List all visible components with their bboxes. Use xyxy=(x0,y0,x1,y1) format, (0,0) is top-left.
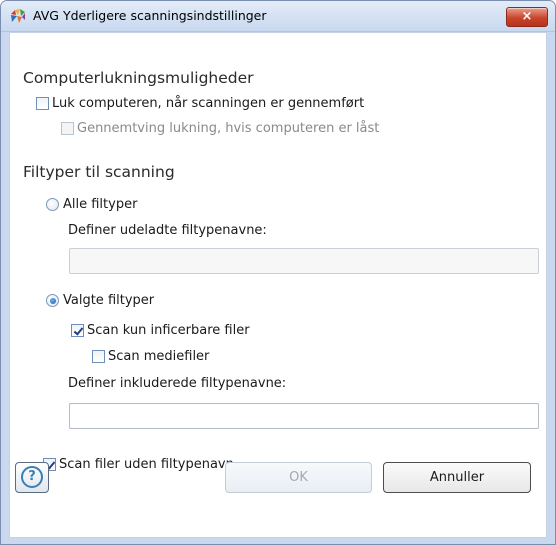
scan-media-option[interactable]: Scan mediefiler xyxy=(92,349,209,364)
force-shutdown-checkbox xyxy=(61,122,74,135)
selected-filetypes-option[interactable]: Valgte filtyper xyxy=(46,293,154,308)
help-icon: ? xyxy=(21,466,43,488)
scan-infectable-option[interactable]: Scan kun inficerbare filer xyxy=(71,323,250,338)
excluded-extensions-input xyxy=(69,248,539,274)
excluded-extensions-label: Definer udeladte filtypenavne: xyxy=(68,223,267,238)
selected-filetypes-label: Valgte filtyper xyxy=(63,293,155,308)
shutdown-heading: Computerlukningsmuligheder xyxy=(23,69,254,87)
ok-button[interactable]: OK xyxy=(225,462,372,493)
all-filetypes-radio[interactable] xyxy=(46,198,59,211)
force-shutdown-option: Gennemtving lukning, hvis computeren er … xyxy=(61,121,379,136)
included-extensions-input[interactable] xyxy=(69,403,539,429)
scan-infectable-checkbox[interactable] xyxy=(71,324,84,337)
all-filetypes-option[interactable]: Alle filtyper xyxy=(46,197,137,212)
window-title: AVG Yderligere scanningsindstillinger xyxy=(33,8,267,23)
filetypes-heading: Filtyper til scanning xyxy=(23,163,175,181)
scan-media-checkbox[interactable] xyxy=(92,350,105,363)
close-icon: × xyxy=(521,9,533,24)
scan-media-label: Scan mediefiler xyxy=(108,349,210,364)
avg-logo-icon xyxy=(10,8,26,24)
all-filetypes-label: Alle filtyper xyxy=(63,197,138,212)
included-extensions-label: Definer inkluderede filtypenavne: xyxy=(68,376,287,391)
shutdown-after-scan-label: Luk computeren, når scanningen er gennem… xyxy=(52,96,365,111)
shutdown-after-scan-checkbox[interactable] xyxy=(36,97,49,110)
shutdown-after-scan-option[interactable]: Luk computeren, når scanningen er gennem… xyxy=(36,96,364,111)
dialog-window: AVG Yderligere scanningsindstillinger × … xyxy=(0,0,556,545)
force-shutdown-label: Gennemtving lukning, hvis computeren er … xyxy=(77,121,380,136)
close-button[interactable]: × xyxy=(506,7,548,27)
cancel-button[interactable]: Annuller xyxy=(383,462,531,493)
selected-filetypes-radio[interactable] xyxy=(46,294,59,307)
scan-no-extension-option[interactable]: Scan filer uden filtypenavn xyxy=(43,457,234,472)
scan-no-extension-label: Scan filer uden filtypenavn xyxy=(59,457,234,472)
scan-infectable-label: Scan kun inficerbare filer xyxy=(87,323,250,338)
help-button[interactable]: ? xyxy=(15,462,49,493)
title-bar[interactable]: AVG Yderligere scanningsindstillinger × xyxy=(1,1,555,32)
